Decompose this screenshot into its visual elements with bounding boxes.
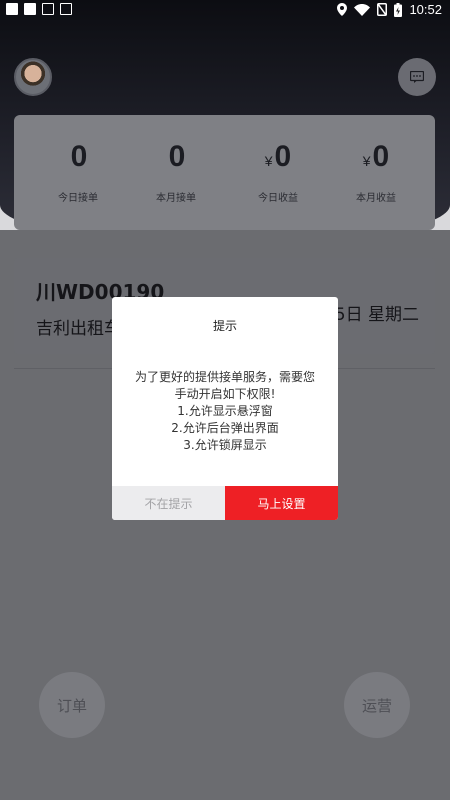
dialog-body: 为了更好的提供接单服务，需要您 手动开启如下权限! 1.允许显示悬浮窗 2.允许… [130, 369, 320, 454]
notification-square-icon [24, 3, 36, 15]
stat-label: 本月收益 [356, 193, 396, 204]
message-icon [410, 71, 424, 83]
dialog-line: 手动开启如下权限! [174, 387, 276, 401]
operations-button[interactable]: 运营 [344, 672, 410, 738]
status-time: 10:52 [409, 2, 442, 17]
stat-value: ¥0 [264, 140, 292, 173]
dialog-line: 1.允许显示悬浮窗 [177, 404, 273, 418]
stat-value: 0 [70, 140, 88, 173]
dialog-title: 提示 [212, 319, 237, 333]
stat-value: ¥0 [362, 140, 390, 173]
font-icon [60, 3, 72, 15]
permission-dialog: 提示 为了更好的提供接单服务，需要您 手动开启如下权限! 1.允许显示悬浮窗 2… [112, 297, 338, 520]
notification-square-icon [6, 3, 18, 15]
dialog-line: 为了更好的提供接单服务，需要您 [134, 370, 315, 384]
stat-month-orders: 0 本月接单 [126, 139, 226, 204]
stat-value: 0 [168, 140, 186, 173]
dont-remind-button[interactable]: 不在提示 [112, 486, 225, 520]
company-name: 吉利出租车 [36, 319, 121, 339]
set-now-button[interactable]: 马上设置 [225, 486, 338, 520]
stats-card: 0 今日接单 0 本月接单 ¥0 今日收益 ¥0 本月收益 [14, 115, 435, 230]
dialog-line: 2.允许后台弹出界面 [171, 421, 279, 435]
dialog-actions: 不在提示 马上设置 [112, 486, 338, 520]
stat-label: 本月接单 [156, 193, 196, 204]
battery-charging-icon [394, 2, 403, 17]
dialog-line: 3.允许锁屏显示 [183, 438, 267, 452]
stat-label: 今日收益 [258, 193, 298, 204]
location-icon [337, 3, 348, 16]
no-sim-icon [377, 3, 388, 16]
avatar[interactable] [14, 58, 52, 96]
date-text: 5日 星期二 [334, 305, 419, 325]
status-bar: 10:52 [0, 0, 450, 20]
orders-button[interactable]: 订单 [39, 672, 105, 738]
stat-today-income: ¥0 今日收益 [228, 139, 328, 204]
message-button[interactable] [398, 58, 436, 96]
stat-today-orders: 0 今日接单 [28, 139, 128, 204]
stat-label: 今日接单 [58, 193, 98, 204]
stat-month-income: ¥0 本月收益 [326, 139, 426, 204]
wifi-icon [354, 3, 371, 16]
image-icon [42, 3, 54, 15]
